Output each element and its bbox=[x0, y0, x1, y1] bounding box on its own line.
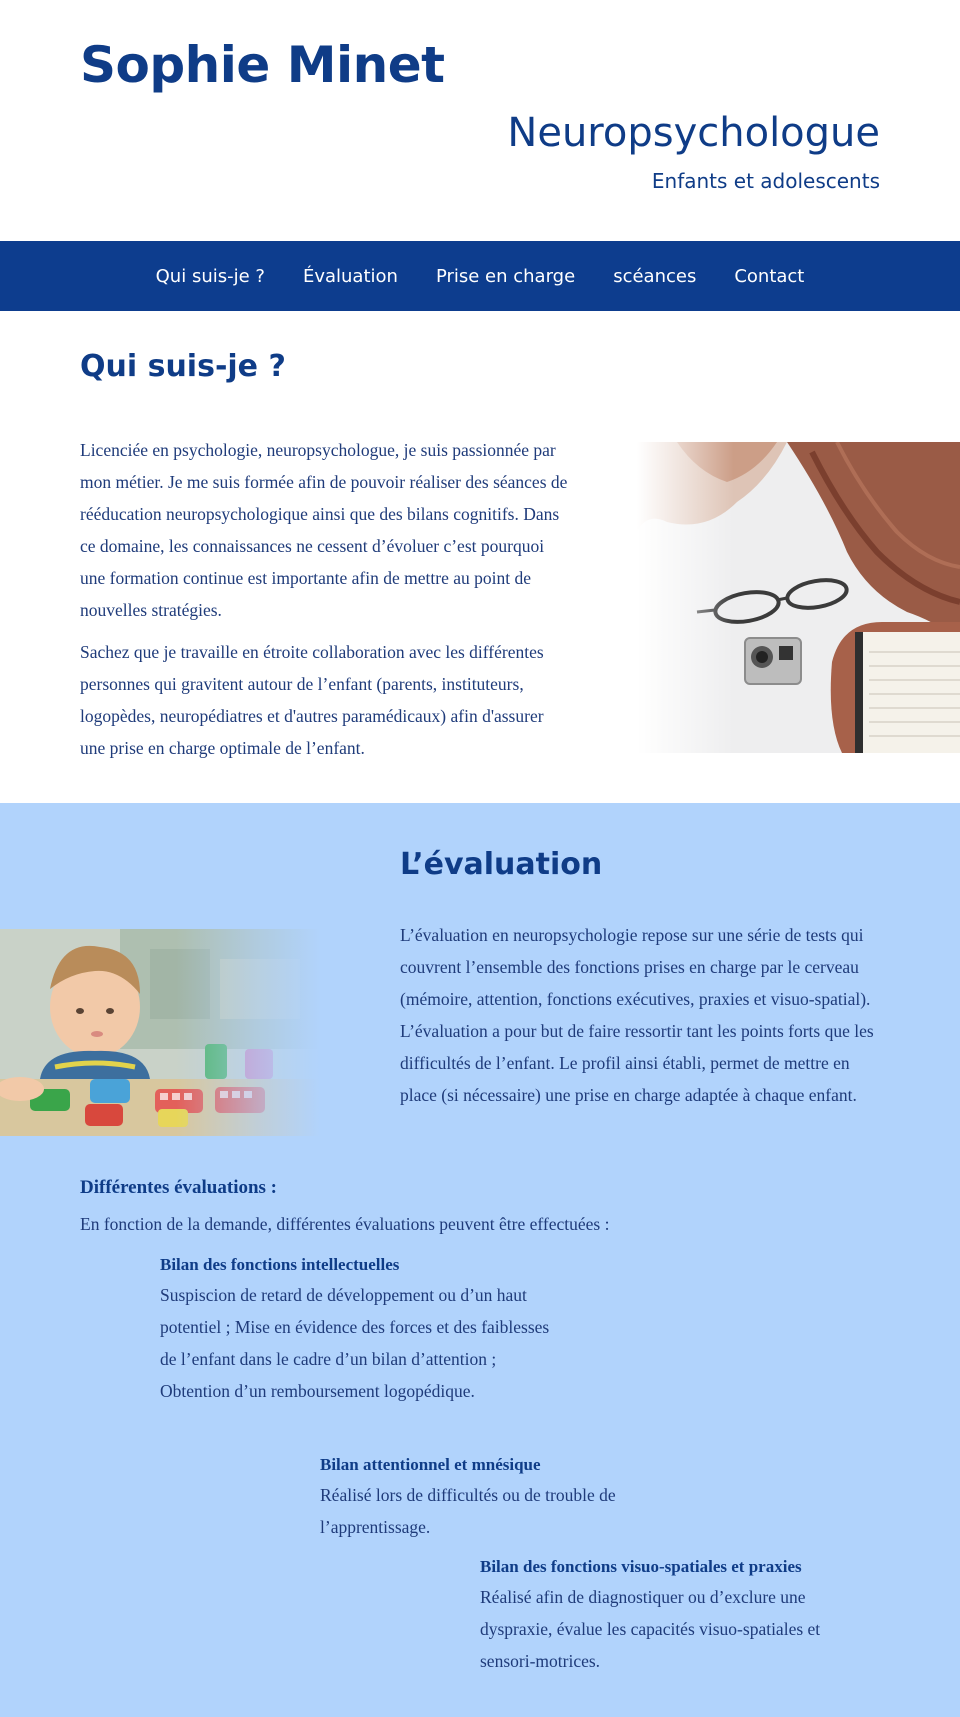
evaluation-section: L’évaluation L’évaluation en neuropsycho… bbox=[0, 803, 960, 1717]
image-fade bbox=[637, 442, 960, 753]
nav-item-qui-suis-je[interactable]: Qui suis-je ? bbox=[156, 266, 265, 287]
site-title[interactable]: Sophie Minet bbox=[80, 36, 445, 94]
about-paragraph: Sachez que je travaille en étroite colla… bbox=[80, 642, 544, 758]
evaluation-title: L’évaluation bbox=[400, 847, 603, 882]
desk-photo bbox=[637, 442, 960, 753]
nav-item-evaluation[interactable]: Évaluation bbox=[303, 266, 398, 287]
about-section: Qui suis-je ? Licenciée en psychologie, … bbox=[0, 311, 960, 803]
evaluations-intro: En fonction de la demande, différentes é… bbox=[80, 1214, 610, 1234]
nav-item-prise-en-charge[interactable]: Prise en charge bbox=[436, 266, 575, 287]
image-fade bbox=[0, 929, 320, 1136]
bilan-text: Réalisé lors de difficultés ou de troubl… bbox=[320, 1485, 616, 1537]
nav-item-seances[interactable]: scéances bbox=[613, 266, 696, 287]
site-subtitle: Enfants et adolescents bbox=[651, 169, 880, 193]
evaluations-subtitle: Différentes évaluations : bbox=[80, 1177, 278, 1198]
bilan-item: Bilan des fonctions visuo-spatiales et p… bbox=[480, 1553, 865, 1677]
child-playing-photo bbox=[0, 929, 320, 1136]
evaluation-intro: L’évaluation en neuropsychologie repose … bbox=[400, 919, 885, 1121]
bilan-title: Bilan des fonctions intellectuelles bbox=[160, 1255, 400, 1274]
about-paragraph: Licenciée en psychologie, neuropsycholog… bbox=[80, 440, 568, 620]
bilan-item: Bilan des fonctions intellectuelles Susp… bbox=[160, 1251, 550, 1407]
evaluation-intro-text: L’évaluation en neuropsychologie repose … bbox=[400, 925, 874, 1105]
bilan-title: Bilan attentionnel et mnésique bbox=[320, 1455, 541, 1474]
nav-item-contact[interactable]: Contact bbox=[734, 266, 804, 287]
main-nav: Qui suis-je ? Évaluation Prise en charge… bbox=[0, 241, 960, 311]
site-role: Neuropsychologue bbox=[507, 110, 880, 156]
site-header: Sophie Minet Neuropsychologue Enfants et… bbox=[0, 0, 960, 241]
bilan-item: Bilan attentionnel et mnésique Réalisé l… bbox=[320, 1451, 650, 1543]
bilan-title: Bilan des fonctions visuo-spatiales et p… bbox=[480, 1557, 802, 1576]
about-text: Licenciée en psychologie, neuropsycholog… bbox=[80, 434, 570, 774]
bilan-text: Suspiscion de retard de développement ou… bbox=[160, 1285, 550, 1401]
bilan-text: Réalisé afin de diagnostiquer ou d’exclu… bbox=[480, 1587, 821, 1671]
about-title: Qui suis-je ? bbox=[80, 349, 286, 384]
